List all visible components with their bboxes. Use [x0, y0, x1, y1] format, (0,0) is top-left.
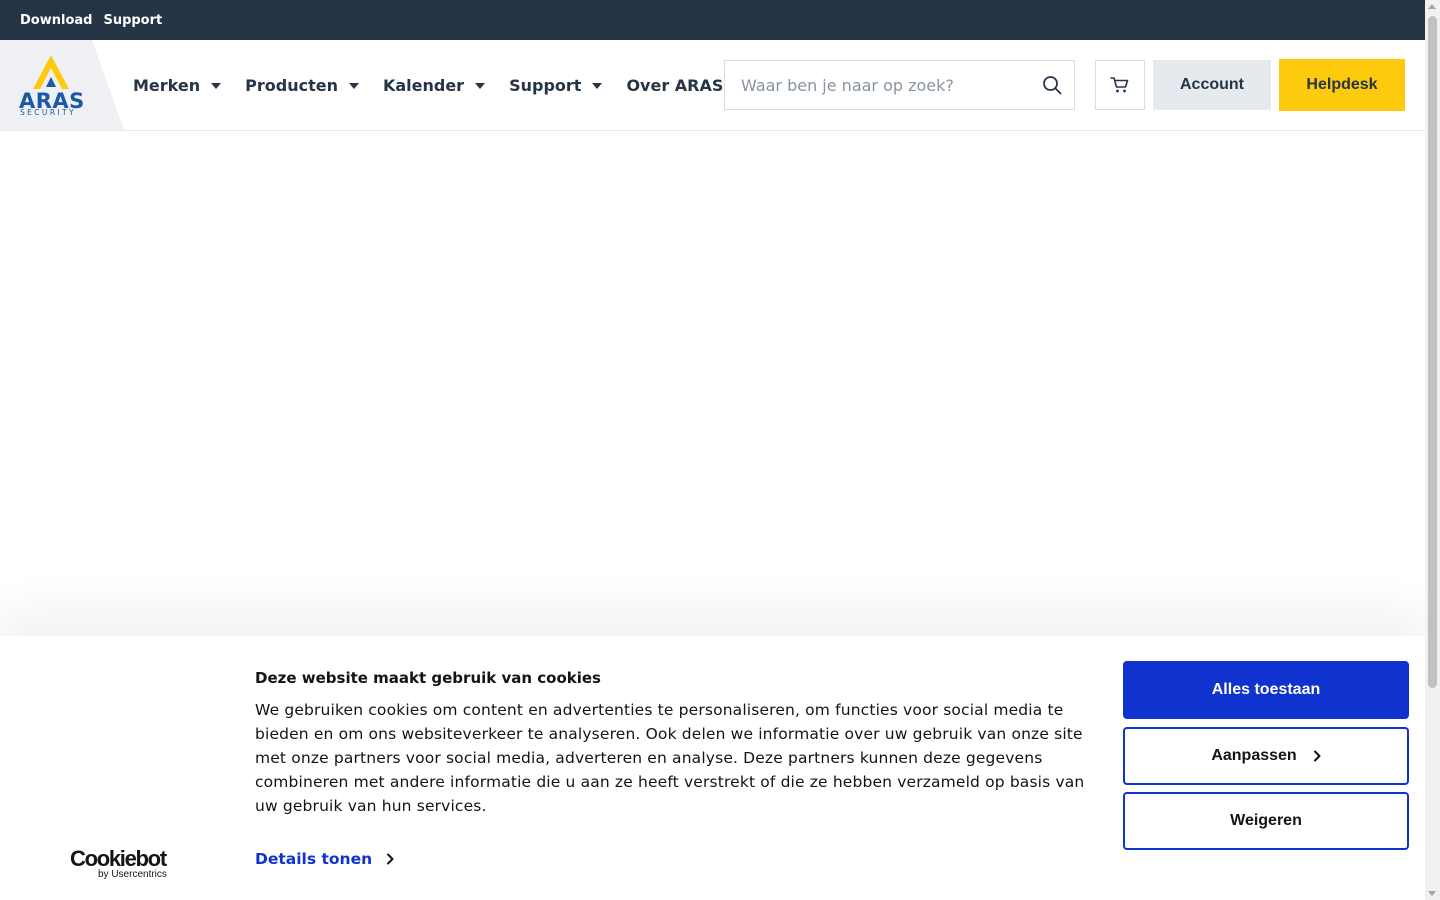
details-label: Details tonen — [255, 850, 373, 868]
nav-item-support[interactable]: Support — [509, 75, 603, 95]
caret-down-icon — [211, 83, 222, 89]
customize-button[interactable]: Aanpassen — [1123, 727, 1409, 785]
details-link[interactable]: Details tonen — [255, 850, 394, 868]
nav-label: Merken — [133, 75, 201, 95]
nav-item-merken[interactable]: Merken — [133, 75, 222, 95]
top-bar: Download Support — [0, 0, 1425, 40]
customize-label: Aanpassen — [1211, 747, 1297, 764]
nav-label: Kalender — [382, 75, 465, 95]
caret-down-icon — [348, 83, 359, 89]
nav-label: Producten — [245, 75, 338, 95]
logo-subtitle: SECURITY — [20, 108, 77, 117]
cookie-title: Deze website maakt gebruik van cookies — [255, 669, 601, 687]
cookiebot-logo: Cookiebot by Usercentrics — [70, 846, 167, 880]
page-scrollbar[interactable] — [1425, 0, 1440, 900]
main-header: ARAS SECURITY Merken Producten Kalender … — [0, 40, 1425, 131]
cookie-description: We gebruiken cookies om content en adver… — [255, 701, 1085, 815]
cart-icon — [1110, 77, 1129, 93]
top-link-support[interactable]: Support — [103, 13, 162, 28]
caret-down-icon — [475, 83, 486, 89]
cookiebot-brand-by: by Usercentrics — [98, 869, 167, 880]
allow-all-button[interactable]: Alles toestaan — [1123, 661, 1409, 719]
cookie-consent-banner: Cookiebot by Usercentrics Deze website m… — [0, 636, 1425, 900]
scroll-down-arrow-icon[interactable] — [1428, 891, 1436, 896]
scroll-thumb[interactable] — [1428, 16, 1437, 688]
caret-down-icon — [592, 83, 603, 89]
logo-home-link[interactable]: ARAS SECURITY — [0, 40, 124, 130]
scroll-up-arrow-icon[interactable] — [1428, 4, 1436, 9]
nav-label: Over ARAS — [626, 75, 724, 95]
top-link-download[interactable]: Download — [20, 13, 92, 28]
cart-button[interactable] — [1095, 60, 1145, 110]
page: Download Support ARAS SECURITY Merken Pr… — [0, 0, 1440, 900]
search-box — [724, 60, 1075, 110]
nav-item-producten[interactable]: Producten — [245, 76, 359, 95]
main-nav: Merken Producten Kalender Support Over A… — [133, 40, 768, 130]
deny-button[interactable]: Weigeren — [1123, 792, 1409, 850]
nav-label: Support — [509, 75, 582, 95]
chevron-right-icon — [1313, 750, 1321, 762]
nav-item-kalender[interactable]: Kalender — [382, 75, 486, 95]
search-input[interactable] — [725, 61, 1025, 109]
helpdesk-button[interactable]: Helpdesk — [1279, 59, 1405, 111]
chevron-right-icon — [387, 853, 394, 865]
account-button[interactable]: Account — [1153, 60, 1271, 110]
search-icon[interactable] — [1042, 75, 1062, 95]
